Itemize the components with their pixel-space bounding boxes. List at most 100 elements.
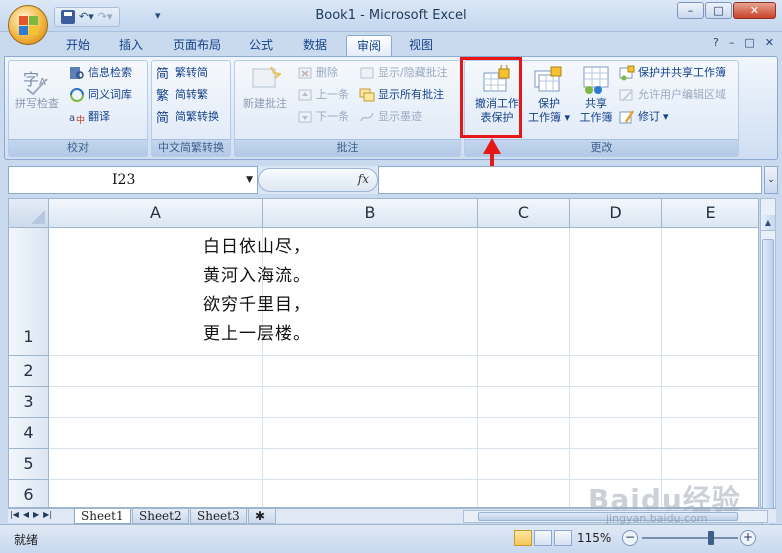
thesaurus-label: 同义词库 — [88, 88, 132, 101]
row-header-4[interactable]: 4 — [9, 418, 49, 449]
zoom-out-icon[interactable]: − — [622, 530, 638, 546]
office-button[interactable] — [8, 5, 48, 45]
minimize-button[interactable]: – — [677, 2, 704, 19]
next-comment-label: 下一条 — [316, 110, 349, 123]
delete-comment-icon — [297, 65, 313, 81]
name-box-dropdown-icon[interactable]: ▼ — [246, 167, 253, 193]
research-button[interactable]: 信息检索 — [69, 63, 132, 83]
to-simplified-button[interactable]: 简 繁转简 — [156, 63, 208, 83]
next-comment-button[interactable]: 下一条 — [297, 107, 349, 127]
track-changes-button[interactable]: 修订 ▾ — [619, 107, 669, 127]
tab-page-layout[interactable]: 页面布局 — [166, 35, 228, 56]
share-workbook-label-2: 工作簿 — [579, 111, 613, 124]
ribbon-tabs: 开始 插入 页面布局 公式 数据 审阅 视图 — [0, 32, 782, 56]
window-title: Book1 - Microsoft Excel — [315, 8, 467, 23]
show-all-comments-button[interactable]: 显示所有批注 — [359, 85, 444, 105]
group-chinese-conversion: 简 繁转简 繁 简转繁 简 简繁转换 中文简繁转换 — [151, 60, 231, 157]
tab-view[interactable]: 视图 — [400, 35, 442, 56]
previous-comment-icon — [297, 87, 313, 103]
column-header-a[interactable]: A — [49, 199, 263, 228]
normal-view-icon[interactable] — [514, 530, 532, 546]
close-button[interactable]: ✕ — [733, 2, 776, 19]
poem-line: 更上一层楼。 — [203, 324, 311, 344]
ribbon-restore-icon[interactable]: □ — [744, 36, 754, 49]
protect-workbook-button[interactable]: 保护 工作簿 ▾ — [525, 63, 573, 125]
zoom-slider-track[interactable] — [642, 537, 738, 539]
row-header-5[interactable]: 5 — [9, 449, 49, 480]
sheet-tab-1[interactable]: Sheet1 — [74, 509, 131, 524]
cell-a1-content[interactable]: 白日依山尽， 黄河入海流。 欲穷千里目， 更上一层楼。 — [203, 233, 311, 349]
column-header-e[interactable]: E — [662, 199, 758, 228]
previous-comment-button[interactable]: 上一条 — [297, 85, 349, 105]
select-all-button[interactable] — [9, 199, 49, 228]
protect-share-button[interactable]: 保护并共享工作簿 — [619, 63, 726, 83]
zoom-level[interactable]: 115% — [577, 531, 611, 545]
ribbon-minimize-icon[interactable]: – — [729, 36, 735, 49]
protect-workbook-icon — [533, 65, 565, 95]
vertical-scrollbar[interactable]: ▲ — [760, 198, 776, 539]
group-label-chinese-conversion: 中文简繁转换 — [152, 139, 230, 156]
conversion-icon: 简 — [156, 109, 172, 126]
show-hide-comment-button[interactable]: 显示/隐藏批注 — [359, 63, 448, 83]
column-header-c[interactable]: C — [478, 199, 570, 228]
translate-button[interactable]: a中 翻译 — [69, 107, 110, 127]
ribbon-close-icon[interactable]: ✕ — [765, 36, 774, 49]
expand-formula-bar-icon[interactable]: ⌄ — [764, 166, 778, 194]
ribbon-window-controls: ? – □ ✕ — [713, 36, 774, 49]
group-label-changes: 更改 — [465, 139, 738, 156]
status-bar: 就绪 115% − + — [0, 524, 782, 553]
allow-edit-ranges-button[interactable]: 允许用户编辑区域 — [619, 85, 726, 105]
previous-comment-label: 上一条 — [316, 88, 349, 101]
column-header-b[interactable]: B — [263, 199, 478, 228]
delete-comment-button[interactable]: 删除 — [297, 63, 338, 83]
first-sheet-icon[interactable]: |◀ — [10, 510, 19, 519]
sheet-tab-3[interactable]: Sheet3 — [190, 509, 247, 524]
to-traditional-button[interactable]: 繁 简转繁 — [156, 85, 208, 105]
show-ink-button[interactable]: 显示墨迹 — [359, 107, 422, 127]
column-header-d[interactable]: D — [570, 199, 662, 228]
spell-check-label: 拼写检查 — [15, 97, 59, 110]
new-comment-label: 新建批注 — [243, 97, 287, 110]
formula-input[interactable] — [378, 166, 762, 194]
track-changes-label: 修订 — [638, 110, 660, 123]
name-box[interactable]: I23 ▼ — [8, 166, 258, 194]
scroll-up-icon[interactable]: ▲ — [761, 215, 775, 231]
poem-line: 黄河入海流。 — [203, 266, 311, 286]
protect-workbook-dropdown-icon: ▾ — [564, 111, 571, 124]
tab-formulas[interactable]: 公式 — [240, 35, 282, 56]
tab-insert[interactable]: 插入 — [110, 35, 152, 56]
new-comment-icon — [249, 65, 283, 95]
show-ink-icon — [359, 109, 375, 125]
row-header-3[interactable]: 3 — [9, 387, 49, 418]
allow-edit-ranges-icon — [619, 87, 635, 103]
page-layout-view-icon[interactable] — [534, 530, 552, 546]
insert-sheet-icon[interactable]: ✱ — [248, 509, 276, 524]
window-controls: – □ ✕ — [677, 2, 776, 19]
row-header-6[interactable]: 6 — [9, 480, 49, 507]
maximize-button[interactable]: □ — [705, 2, 732, 19]
next-sheet-icon[interactable]: ▶ — [33, 510, 39, 519]
spell-check-button[interactable]: 字A 拼写检查 — [11, 63, 63, 111]
prev-sheet-icon[interactable]: ◀ — [23, 510, 29, 519]
sheet-tab-2[interactable]: Sheet2 — [132, 509, 189, 524]
conversion-button[interactable]: 简 简繁转换 — [156, 107, 219, 127]
page-break-view-icon[interactable] — [554, 530, 572, 546]
worksheet-grid[interactable]: A B C D E 1 2 3 4 5 6 白日依山尽， 黄河入海流。 欲穷千里… — [8, 198, 759, 508]
last-sheet-icon[interactable]: ▶| — [43, 510, 52, 519]
share-workbook-button[interactable]: 共享 工作簿 — [573, 63, 619, 125]
vertical-scroll-thumb[interactable] — [762, 239, 774, 539]
protect-workbook-label-2-text: 工作簿 — [527, 111, 561, 124]
tab-review[interactable]: 审阅 — [346, 35, 392, 56]
svg-text:简: 简 — [156, 110, 169, 125]
thesaurus-button[interactable]: 同义词库 — [69, 85, 132, 105]
tab-home[interactable]: 开始 — [58, 35, 98, 56]
zoom-slider-thumb[interactable] — [708, 531, 714, 545]
insert-function-icon[interactable]: fx — [358, 172, 369, 186]
row-header-2[interactable]: 2 — [9, 356, 49, 387]
office-logo-icon — [19, 16, 39, 36]
zoom-in-icon[interactable]: + — [740, 530, 756, 546]
tab-data[interactable]: 数据 — [294, 35, 336, 56]
help-icon[interactable]: ? — [713, 36, 719, 49]
row-header-1[interactable]: 1 — [9, 228, 49, 356]
new-comment-button[interactable]: 新建批注 — [237, 63, 293, 111]
